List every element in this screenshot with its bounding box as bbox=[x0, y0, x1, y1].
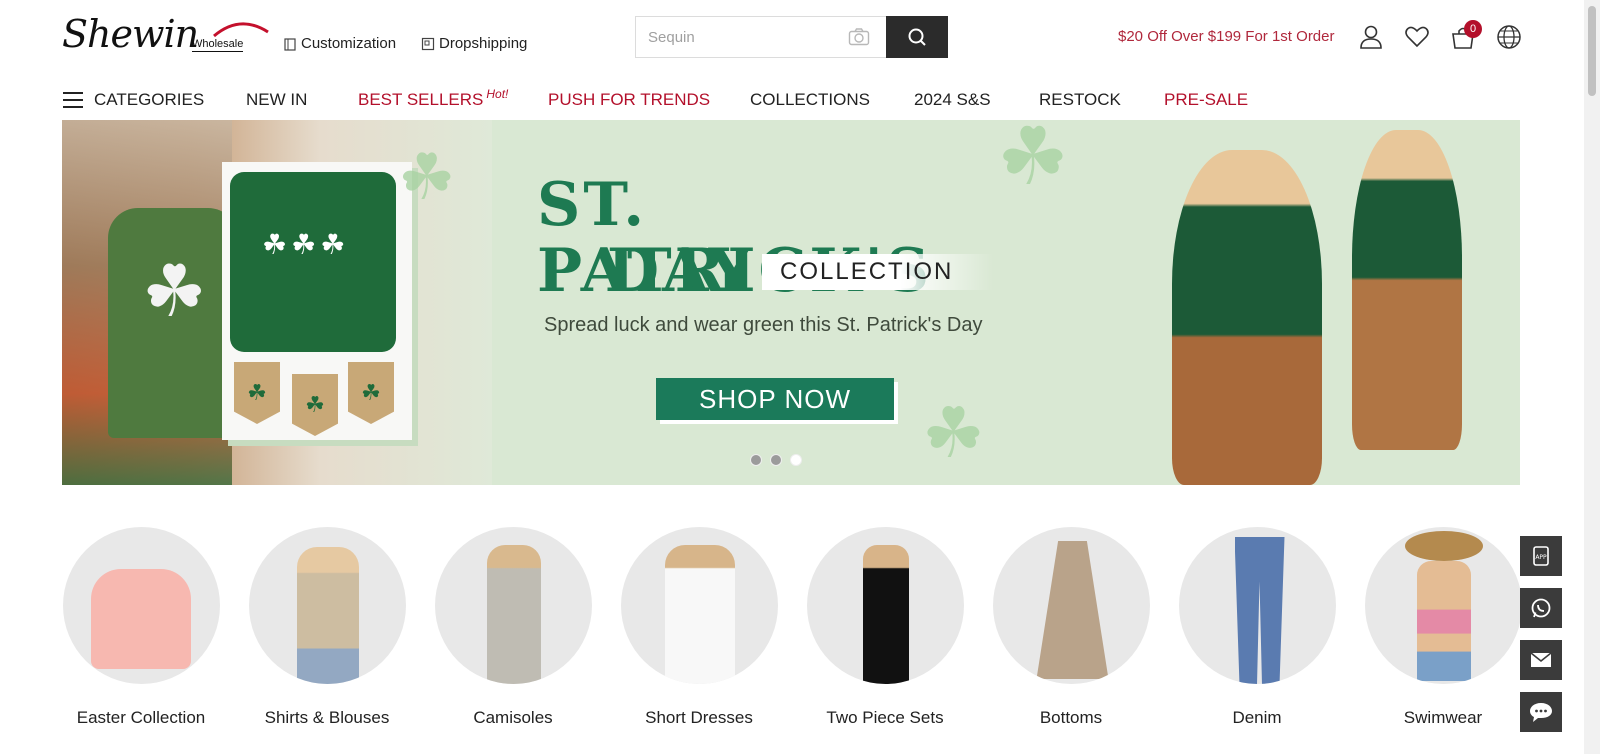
category-image bbox=[248, 527, 406, 684]
hot-tag: Hot! bbox=[486, 87, 509, 101]
nav-collections[interactable]: COLLECTIONS bbox=[750, 90, 870, 110]
category-label: Easter Collection bbox=[76, 708, 206, 727]
carousel-dot-active[interactable] bbox=[790, 454, 802, 466]
nav-best-sellers-label: BEST SELLERS bbox=[358, 90, 484, 109]
dropshipping-link[interactable]: Dropshipping bbox=[421, 35, 527, 52]
category-label: Camisoles bbox=[473, 708, 553, 727]
camera-search-icon[interactable] bbox=[848, 27, 870, 47]
category-camisoles[interactable]: Camisoles bbox=[434, 527, 592, 728]
nav-pre-sale[interactable]: PRE-SALE bbox=[1164, 90, 1248, 110]
shop-now-button[interactable]: SHOP NOW bbox=[656, 378, 894, 420]
banner-subtitle: Spread luck and wear green this St. Patr… bbox=[544, 314, 983, 336]
model-image bbox=[1352, 130, 1462, 450]
category-image bbox=[620, 527, 778, 684]
banner-models-image bbox=[1112, 120, 1520, 485]
carousel-dot[interactable] bbox=[770, 454, 782, 466]
category-label: Two Piece Sets bbox=[826, 708, 944, 727]
main-navigation: CATEGORIES NEW IN BEST SELLERS Hot! PUSH … bbox=[0, 84, 1584, 118]
category-bottoms[interactable]: Bottoms bbox=[992, 527, 1150, 728]
carousel-dots bbox=[750, 454, 802, 466]
logo-subtitle: Wholesale bbox=[192, 38, 244, 52]
model-image bbox=[1172, 150, 1322, 485]
svg-text:APP: APP bbox=[1535, 554, 1547, 561]
customization-label: Customization bbox=[301, 35, 397, 52]
shamrock-decoration-icon: ☘ bbox=[398, 141, 456, 213]
category-image bbox=[806, 527, 964, 684]
category-easter-collection[interactable]: Easter Collection bbox=[62, 527, 220, 728]
shamrock-tshirt-image: ☘☘☘ bbox=[230, 172, 396, 352]
shewin-logo[interactable]: Shewin Wholesale bbox=[62, 12, 269, 60]
search-icon bbox=[908, 28, 926, 46]
category-label: Denim bbox=[1232, 708, 1282, 727]
nav-categories[interactable]: CATEGORIES bbox=[94, 90, 204, 110]
category-image bbox=[1178, 527, 1336, 684]
banner-collection-label: COLLECTION bbox=[762, 254, 994, 290]
category-two-piece-sets[interactable]: Two Piece Sets bbox=[806, 527, 964, 728]
clover-icon: ☘ bbox=[142, 252, 207, 332]
category-short-dresses[interactable]: Short Dresses bbox=[620, 527, 778, 728]
heart-icon[interactable] bbox=[1404, 24, 1430, 50]
customization-icon bbox=[284, 37, 296, 51]
live-chat-button[interactable] bbox=[1520, 692, 1562, 732]
category-label: Short Dresses bbox=[645, 708, 753, 727]
category-label: Bottoms bbox=[1039, 708, 1103, 727]
chat-icon bbox=[1530, 703, 1552, 722]
bunting-flag: ☘ bbox=[348, 362, 394, 424]
user-icon[interactable] bbox=[1358, 24, 1384, 50]
category-image bbox=[62, 527, 220, 684]
nav-restock[interactable]: RESTOCK bbox=[1039, 90, 1121, 110]
whatsapp-button[interactable] bbox=[1520, 588, 1562, 628]
bunting-image: ☘ ☘ ☘ bbox=[232, 342, 396, 436]
bunting-flag: ☘ bbox=[234, 362, 280, 424]
bunting-flag: ☘ bbox=[292, 374, 338, 436]
category-shirts-blouses[interactable]: Shirts & Blouses bbox=[248, 527, 406, 728]
nav-best-sellers[interactable]: BEST SELLERS Hot! bbox=[358, 87, 509, 110]
hamburger-menu-icon[interactable] bbox=[63, 92, 83, 110]
site-header: Shewin Wholesale Customization Dropshipp… bbox=[0, 0, 1584, 78]
dropshipping-label: Dropshipping bbox=[439, 35, 528, 52]
category-image bbox=[434, 527, 592, 684]
category-image bbox=[992, 527, 1150, 684]
logo-swoosh-icon bbox=[213, 22, 269, 38]
category-label: Swimwear bbox=[1403, 708, 1483, 727]
shamrock-decoration-icon: ☘ bbox=[922, 394, 985, 472]
app-icon: APP bbox=[1533, 546, 1549, 566]
category-denim[interactable]: Denim bbox=[1178, 527, 1336, 728]
email-icon bbox=[1530, 652, 1552, 667]
clover-tshirt-image: ☘ bbox=[108, 208, 238, 438]
dropshipping-icon bbox=[421, 37, 435, 50]
category-label: Shirts & Blouses bbox=[264, 708, 390, 727]
carousel-dot[interactable] bbox=[750, 454, 762, 466]
category-shortcuts: Easter Collection Shirts & Blouses Camis… bbox=[62, 527, 1522, 752]
search-button[interactable] bbox=[886, 16, 948, 58]
nav-2024-ss[interactable]: 2024 S&S bbox=[914, 90, 991, 110]
app-download-button[interactable]: APP bbox=[1520, 536, 1562, 576]
first-order-promo[interactable]: $20 Off Over $199 For 1st Order bbox=[1118, 28, 1335, 45]
page-scrollbar[interactable] bbox=[1584, 0, 1600, 754]
whatsapp-icon bbox=[1531, 598, 1551, 618]
nav-new-in[interactable]: NEW IN bbox=[246, 90, 307, 110]
email-button[interactable] bbox=[1520, 640, 1562, 680]
customization-link[interactable]: Customization bbox=[283, 35, 396, 52]
logo-wordmark: Shewin bbox=[62, 12, 199, 56]
cart-count-badge: 0 bbox=[1464, 20, 1482, 38]
category-swimwear[interactable]: Swimwear bbox=[1364, 527, 1522, 728]
hero-banner[interactable]: ☘ ☘☘☘ ☘ ☘ ☘ ☘ ☘ ☘ ST. PATRICK'S DAY COLL… bbox=[62, 120, 1520, 485]
scrollbar-thumb[interactable] bbox=[1588, 6, 1596, 96]
category-image bbox=[1364, 527, 1522, 684]
globe-icon[interactable] bbox=[1496, 24, 1522, 50]
nav-push-for-trends[interactable]: PUSH FOR TRENDS bbox=[548, 90, 710, 110]
shamrock-icon: ☘☘☘ bbox=[262, 229, 350, 260]
